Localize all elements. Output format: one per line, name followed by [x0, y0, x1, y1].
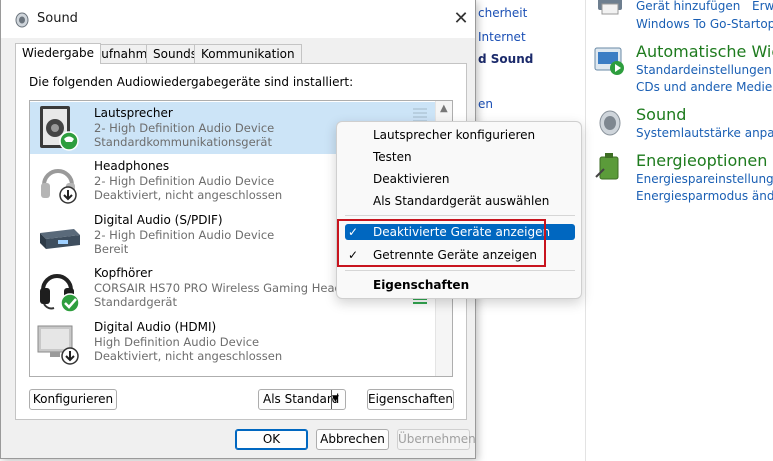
menu-separator [345, 215, 575, 216]
device-driver: 2- High Definition Audio Device [94, 228, 275, 242]
device-name: Digital Audio (S/PDIF) [94, 213, 223, 227]
scroll-up-icon[interactable]: ▲ [440, 103, 448, 114]
set-default-button[interactable]: Als Standard ▼ [258, 389, 346, 410]
link-cds-media[interactable]: CDs und andere Medien a [636, 79, 773, 96]
dialog-title: Sound [37, 11, 78, 26]
device-status: Deaktiviert, nicht angeschlossen [94, 349, 283, 363]
device-name: Headphones [94, 159, 170, 173]
menu-item-disable[interactable]: Deaktivieren [373, 172, 449, 186]
configure-button[interactable]: Konfigurieren [29, 389, 117, 410]
speaker-device-icon [40, 106, 79, 151]
device-driver: 2- High Definition Audio Device [94, 174, 275, 188]
category-link-fragment[interactable]: en [478, 97, 493, 111]
battery-power-icon [595, 153, 619, 180]
device-driver: 2- High Definition Audio Device [94, 121, 275, 135]
sound-app-icon [15, 12, 29, 28]
volume-level-meter [413, 298, 427, 306]
tab-communication[interactable]: Kommunikation [194, 44, 302, 63]
device-name: Digital Audio (HDMI) [94, 320, 217, 334]
link-windows-to-go[interactable]: Windows To Go-Startoptio [636, 16, 773, 33]
device-name: Kopfhörer [94, 266, 153, 280]
link-advanced-fragment[interactable]: Erwe [752, 0, 773, 15]
device-printer-icon [598, 0, 622, 15]
device-name: Lautsprecher [94, 106, 173, 120]
properties-button[interactable]: Eigenschaften [367, 389, 454, 410]
tab-playback[interactable]: Wiedergabe [15, 43, 102, 64]
device-status: Standardkommunikationsgerät [94, 135, 272, 149]
speaker-icon [599, 110, 621, 136]
device-status: Deaktiviert, nicht angeschlossen [94, 188, 283, 202]
category-link-hardware-sound[interactable]: d Sound [478, 52, 533, 66]
link-system-volume[interactable]: Systemlautstärke anpasser [636, 125, 773, 142]
highlight-annotation-box [337, 219, 546, 267]
category-link-security[interactable]: cherheit [478, 6, 527, 20]
device-status: Bereit [94, 242, 129, 256]
dialog-titlebar[interactable]: Sound ✕ [1, 0, 475, 38]
close-icon: ✕ [453, 8, 469, 29]
link-sleep-mode[interactable]: Energiesparmodus ändern [636, 188, 773, 205]
cancel-button[interactable]: Abbrechen [316, 429, 389, 450]
ok-button[interactable]: OK [235, 429, 308, 450]
device-driver: CORSAIR HS70 PRO Wireless Gaming Headset [94, 281, 360, 295]
panel-divider [585, 0, 586, 461]
section-heading-autoplay[interactable]: Automatische Wiede [636, 42, 773, 61]
autoplay-icon [594, 47, 624, 75]
menu-item-set-default[interactable]: Als Standardgerät auswählen [373, 194, 549, 208]
menu-item-configure-speakers[interactable]: Lautsprecher konfigurieren [373, 128, 535, 142]
headphones-device-icon [41, 169, 77, 204]
panel-caption: Die folgenden Audiowiedergabegeräte sind… [29, 75, 354, 89]
chevron-down-icon[interactable]: ▼ [331, 390, 345, 409]
link-add-device[interactable]: Gerät hinzufügen [636, 0, 740, 15]
section-heading-power[interactable]: Energieoptionen [636, 151, 767, 170]
set-default-label: Als Standard [263, 392, 340, 406]
link-power-settings[interactable]: Energiespareinstellungen a [636, 171, 773, 188]
menu-item-properties[interactable]: Eigenschaften [373, 278, 469, 292]
category-link-network[interactable]: Internet [478, 30, 526, 44]
menu-separator [345, 270, 575, 271]
section-heading-sound[interactable]: Sound [636, 105, 686, 124]
spdif-device-icon [40, 229, 80, 249]
hdmi-monitor-icon [37, 325, 79, 365]
device-row-digital-hdmi[interactable]: Digital Audio (HDMI) High Definition Aud… [30, 316, 436, 368]
gaming-headset-icon [40, 274, 80, 313]
device-context-menu: Lautsprecher konfigurieren Testen Deakti… [336, 121, 582, 299]
device-driver: High Definition Audio Device [94, 335, 260, 349]
apply-button[interactable]: Übernehmen [397, 429, 476, 450]
device-status: Standardgerät [94, 295, 177, 309]
close-button[interactable]: ✕ [447, 6, 475, 32]
link-autoplay-defaults[interactable]: Standardeinstellungen fur [636, 62, 773, 79]
menu-item-test[interactable]: Testen [373, 150, 412, 164]
